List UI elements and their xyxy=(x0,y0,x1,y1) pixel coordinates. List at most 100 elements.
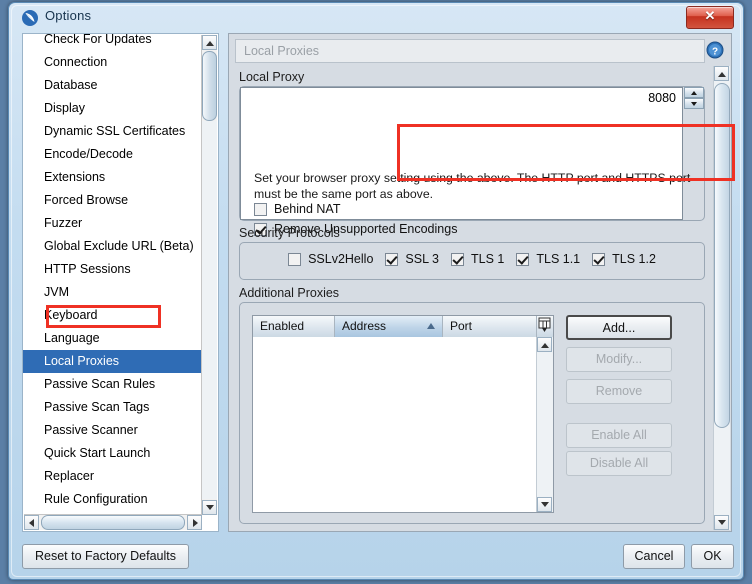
sidebar-item-local-proxies[interactable]: Local Proxies xyxy=(23,350,203,373)
sidebar-item-dynamic-ssl-certificates[interactable]: Dynamic SSL Certificates xyxy=(23,120,203,143)
panel-scroll-up-icon[interactable] xyxy=(714,66,729,81)
security-protocols-group-label: Security Protocols xyxy=(239,226,340,240)
table-vertical-scrollbar[interactable] xyxy=(536,337,553,512)
sidebar-item-label: Keyboard xyxy=(44,308,98,322)
sidebar-scroll-track[interactable] xyxy=(202,121,217,499)
sidebar-item-jvm[interactable]: JVM xyxy=(23,281,203,304)
sidebar-item-passive-scan-rules[interactable]: Passive Scan Rules xyxy=(23,373,203,396)
remove-button: Remove xyxy=(566,379,672,404)
proxy-hint-text: Set your browser proxy setting using the… xyxy=(254,171,691,201)
sidebar-item-global-exclude-url-beta[interactable]: Global Exclude URL (Beta) xyxy=(23,235,203,258)
sidebar-item-fuzzer[interactable]: Fuzzer xyxy=(23,212,203,235)
sidebar-item-rule-configuration[interactable]: Rule Configuration xyxy=(23,488,203,511)
protocol-label: TLS 1.2 xyxy=(612,252,656,266)
panel-scroll-down-icon[interactable] xyxy=(714,515,729,530)
sidebar-item-label: Passive Scan Rules xyxy=(44,377,156,391)
sidebar-item-label: Language xyxy=(44,331,100,345)
close-icon: ✕ xyxy=(704,8,716,23)
options-category-items: Check For Updates Connection Database Displ… xyxy=(23,33,203,531)
sidebar-item-extensions[interactable]: Extensions xyxy=(23,166,203,189)
sidebar-scroll-left-icon[interactable] xyxy=(24,515,39,530)
sidebar-scroll-down-icon[interactable] xyxy=(202,500,217,515)
sidebar-item-check-for-updates[interactable]: Check For Updates xyxy=(23,33,203,51)
checkbox-tls-1-2[interactable]: TLS 1.2 xyxy=(592,252,656,266)
sidebar-scroll-right-icon[interactable] xyxy=(187,515,202,530)
checkbox-ssl-3[interactable]: SSL 3 xyxy=(385,252,439,266)
sidebar-item-language[interactable]: Language xyxy=(23,327,203,350)
options-category-list[interactable]: Check For Updates Connection Database Displ… xyxy=(22,33,219,532)
sidebar-item-label: Dynamic SSL Certificates xyxy=(44,124,186,138)
options-dialog-window: Options ✕ Check For Updates Connection Dat… xyxy=(8,2,744,580)
additional-proxies-table[interactable]: Enabled Address Port xyxy=(252,315,554,513)
checkbox-icon[interactable] xyxy=(451,253,464,266)
sidebar-item-connection[interactable]: Connection xyxy=(23,51,203,74)
sidebar-item-passive-scan-tags[interactable]: Passive Scan Tags xyxy=(23,396,203,419)
modify-button: Modify... xyxy=(566,347,672,372)
table-body[interactable] xyxy=(253,337,537,512)
dialog-content: Check For Updates Connection Database Displ… xyxy=(16,31,736,541)
sidebar-vertical-scrollbar[interactable] xyxy=(201,35,217,515)
additional-proxies-group-label: Additional Proxies xyxy=(239,286,340,300)
checkbox-tls-1-1[interactable]: TLS 1.1 xyxy=(516,252,580,266)
sidebar-item-label: Quick Start Launch xyxy=(44,446,151,460)
panel-scroll-thumb[interactable] xyxy=(714,83,730,428)
checkbox-icon[interactable] xyxy=(592,253,606,266)
table-column-enabled[interactable]: Enabled xyxy=(253,316,335,337)
sidebar-item-passive-scanner[interactable]: Passive Scanner xyxy=(23,419,203,442)
reset-to-factory-defaults-button[interactable]: Reset to Factory Defaults xyxy=(22,544,189,569)
svg-text:?: ? xyxy=(712,47,718,58)
checkbox-sslv2hello[interactable]: SSLv2Hello xyxy=(288,252,373,266)
protocol-label: TLS 1 xyxy=(471,252,505,266)
sidebar-scroll-up-icon[interactable] xyxy=(202,35,217,50)
port-increment-icon[interactable] xyxy=(684,87,704,98)
column-config-icon[interactable] xyxy=(536,316,553,337)
security-protocols-group: SSLv2Hello SSL 3 TLS 1 TLS 1.1 TLS 1.2 xyxy=(239,242,705,280)
sidebar-item-label: Encode/Decode xyxy=(44,147,133,161)
sidebar-item-label: Check For Updates xyxy=(44,33,152,46)
help-circle-icon[interactable]: ? xyxy=(705,40,725,60)
sidebar-item-encode-decode[interactable]: Encode/Decode xyxy=(23,143,203,166)
protocol-label: SSL 3 xyxy=(405,252,439,266)
sidebar-item-forced-browse[interactable]: Forced Browse xyxy=(23,189,203,212)
table-scroll-up-icon[interactable] xyxy=(537,337,552,352)
sidebar-item-keyboard[interactable]: Keyboard xyxy=(23,304,203,327)
panel-vertical-scrollbar[interactable] xyxy=(713,66,730,530)
local-proxies-panel: Local Proxies ? Local Proxy Address: loc… xyxy=(228,33,732,532)
sidebar-item-replacer[interactable]: Replacer xyxy=(23,465,203,488)
sidebar-item-label: Connection xyxy=(44,55,108,69)
sidebar-scroll-thumb[interactable] xyxy=(202,51,217,121)
sidebar-item-database[interactable]: Database xyxy=(23,74,203,97)
table-column-address-label: Address xyxy=(342,319,387,333)
cancel-button[interactable]: Cancel xyxy=(623,544,685,569)
port-spinner[interactable]: 8080 xyxy=(240,87,704,220)
sidebar-item-label: Rule Configuration xyxy=(44,492,148,506)
sidebar-item-label: Global Exclude URL (Beta) xyxy=(44,239,194,253)
table-column-address[interactable]: Address xyxy=(335,316,443,337)
checkbox-tls-1[interactable]: TLS 1 xyxy=(451,252,504,266)
sidebar-item-label: HTTP Sessions xyxy=(44,262,131,276)
table-header-row: Enabled Address Port xyxy=(253,316,553,338)
checkbox-icon[interactable] xyxy=(254,203,267,216)
sidebar-horizontal-scrollbar[interactable] xyxy=(24,514,202,530)
checkbox-icon[interactable] xyxy=(516,253,530,266)
sidebar-hscroll-thumb[interactable] xyxy=(41,515,185,530)
sidebar-item-display[interactable]: Display xyxy=(23,97,203,120)
protocol-label: SSLv2Hello xyxy=(308,252,374,266)
sidebar-item-label: Passive Scan Tags xyxy=(44,400,150,414)
title-bar: Options ✕ xyxy=(9,3,743,33)
enable-all-button: Enable All xyxy=(566,423,672,448)
ok-button[interactable]: OK xyxy=(691,544,734,569)
port-decrement-icon[interactable] xyxy=(684,98,704,109)
checkbox-behind-nat[interactable]: Behind NAT xyxy=(254,200,340,218)
checkbox-icon[interactable] xyxy=(385,253,399,266)
table-column-port[interactable]: Port xyxy=(443,316,538,337)
table-scroll-down-icon[interactable] xyxy=(537,497,552,512)
add-button[interactable]: Add... xyxy=(566,315,672,340)
close-button[interactable]: ✕ xyxy=(686,6,734,29)
sidebar-item-quick-start-launch[interactable]: Quick Start Launch xyxy=(23,442,203,465)
checkbox-icon[interactable] xyxy=(288,253,302,266)
sidebar-item-http-sessions[interactable]: HTTP Sessions xyxy=(23,258,203,281)
dialog-footer: Reset to Factory Defaults Cancel OK xyxy=(16,541,736,573)
sidebar-item-label: Local Proxies xyxy=(44,354,120,368)
protocol-label: TLS 1.1 xyxy=(536,252,581,266)
